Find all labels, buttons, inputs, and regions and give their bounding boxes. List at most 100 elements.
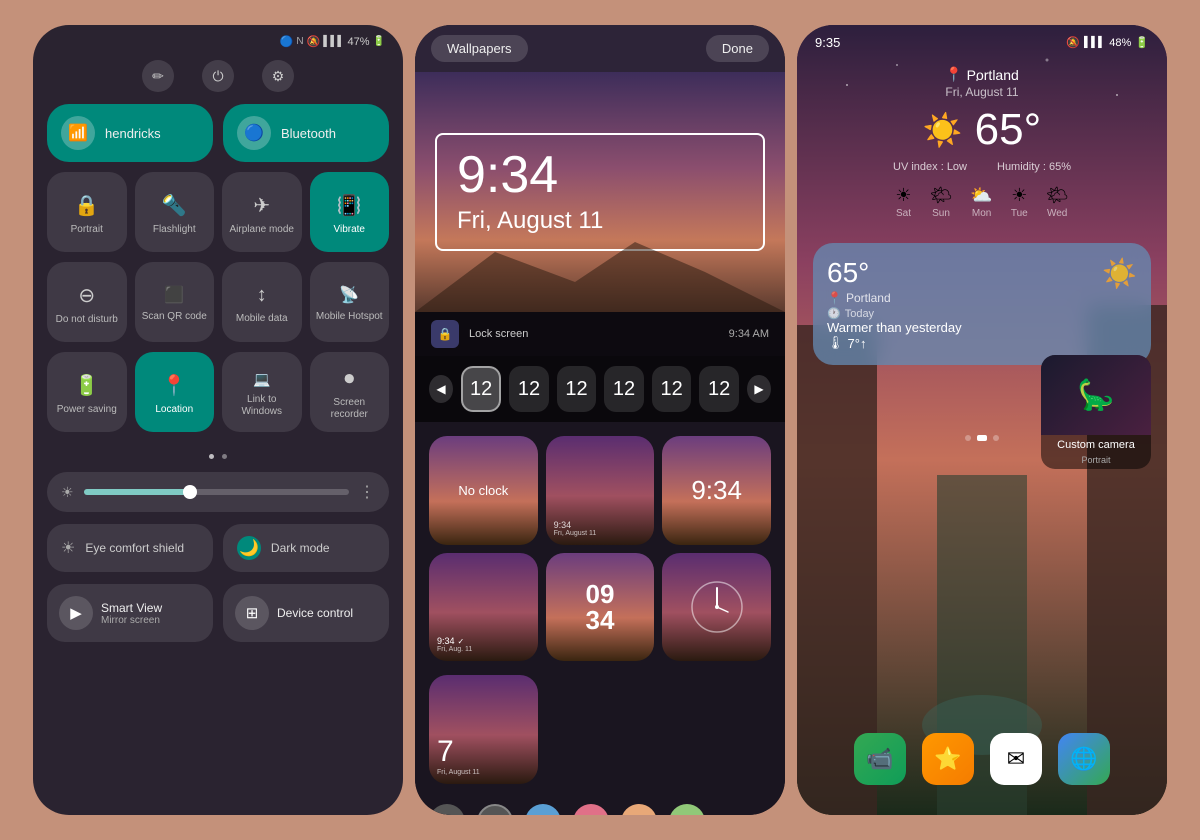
bluetooth-tile[interactable]: 🔵 Bluetooth bbox=[223, 104, 389, 162]
qr-tile[interactable]: ⬛ Scan QR code bbox=[135, 262, 215, 342]
page-indicator bbox=[797, 435, 1167, 441]
brightness-thumb[interactable] bbox=[183, 485, 197, 499]
pink-dot[interactable] bbox=[573, 804, 609, 815]
tue-icon: ☀ bbox=[1011, 185, 1027, 206]
digital-check-option[interactable]: 9:34 ✓ Fri, Aug. 11 bbox=[429, 553, 538, 662]
card-temp: 65° bbox=[827, 257, 962, 289]
time-display: 9:35 bbox=[815, 35, 840, 50]
sun-label: Sun bbox=[932, 208, 950, 219]
dot-2 bbox=[222, 454, 227, 459]
mini-card-image: 🦕 bbox=[1041, 355, 1151, 435]
noclock-option[interactable]: No clock bbox=[429, 436, 538, 545]
airplane-tile[interactable]: ✈ Airplane mode bbox=[222, 172, 302, 252]
powersaving-icon: 🔋 bbox=[74, 373, 99, 398]
dnd-tile[interactable]: ⊖ Do not disturb bbox=[47, 262, 127, 342]
preview-date: Fri, August 11 bbox=[457, 207, 743, 235]
status-bar: 9:35 🔕 ▌▌▌ 48% 🔋 bbox=[797, 25, 1167, 56]
devicecontrol-button[interactable]: ⊞ Device control bbox=[223, 584, 389, 642]
font-a-button[interactable]: A bbox=[429, 804, 465, 815]
portrait-icon: 🔒 bbox=[74, 193, 99, 218]
digital-split-option[interactable]: 09 34 bbox=[546, 553, 655, 662]
mini-card[interactable]: 🦕 Custom camera Portrait bbox=[1041, 355, 1151, 469]
flashlight-tile[interactable]: 🔦 Flashlight bbox=[135, 172, 215, 252]
blue-dot[interactable] bbox=[525, 804, 561, 815]
hotspot-icon: 📡 bbox=[339, 285, 359, 305]
digital-small-option[interactable]: 9:34 Fri, August 11 bbox=[546, 436, 655, 545]
lockscreen-label: Lock screen bbox=[469, 328, 528, 340]
phone-clock-picker: Wallpapers Done 9:34 Fri, August 11 🔒 Lo… bbox=[415, 25, 785, 815]
chrome-icon[interactable]: 🌐 bbox=[1058, 733, 1110, 785]
status-icons: 🔵 N 🔕 ▌▌▌ 47% 🔋 bbox=[280, 35, 385, 48]
digital-check-date: Fri, Aug. 11 bbox=[437, 646, 472, 653]
clock-grid-row2: 7 Fri, August 11 bbox=[415, 675, 785, 794]
digital-large-option[interactable]: 9:34 bbox=[662, 436, 771, 545]
num-item-0[interactable]: 12 bbox=[461, 366, 501, 412]
hotspot-tile[interactable]: 📡 Mobile Hotspot bbox=[310, 262, 390, 342]
darkmode-toggle[interactable]: 🌙 Dark mode bbox=[223, 524, 389, 572]
done-button[interactable]: Done bbox=[706, 35, 769, 62]
vibrate-tile[interactable]: 📳 Vibrate bbox=[310, 172, 390, 252]
top-tiles: 📶 hendricks 🔵 Bluetooth bbox=[33, 104, 403, 172]
scroll-left-button[interactable]: ◀ bbox=[429, 375, 453, 403]
brightness-bar[interactable] bbox=[84, 489, 349, 495]
qr-icon: ⬛ bbox=[164, 285, 184, 305]
weather-card: 65° 📍 Portland 🕐 Today Warmer than yeste… bbox=[813, 243, 1151, 365]
num-item-3[interactable]: 12 bbox=[604, 366, 644, 412]
brightness-icon: ☀ bbox=[61, 484, 74, 501]
num-item-2[interactable]: 12 bbox=[557, 366, 597, 412]
num-item-5[interactable]: 12 bbox=[699, 366, 739, 412]
eyecomfort-icon: ☀ bbox=[61, 538, 75, 558]
more-icon[interactable]: ⋮ bbox=[359, 482, 375, 502]
sun-icon: ☀️ bbox=[923, 111, 963, 149]
settings-button[interactable]: ⚙ bbox=[262, 60, 294, 92]
wallpapers-button[interactable]: Wallpapers bbox=[431, 35, 528, 62]
analog-option[interactable] bbox=[662, 553, 771, 662]
mute-icon: 🔕 bbox=[1066, 36, 1080, 49]
card-sun-icon: ☀️ bbox=[1102, 257, 1137, 290]
mute-icon: 🔕 bbox=[307, 35, 321, 48]
clock-preview: 9:34 Fri, August 11 bbox=[415, 72, 785, 312]
mobiledata-tile[interactable]: ↕ Mobile data bbox=[222, 262, 302, 342]
eyecomfort-toggle[interactable]: ☀ Eye comfort shield bbox=[47, 524, 213, 572]
minimal-option[interactable]: 7 Fri, August 11 bbox=[429, 675, 538, 784]
meet-icon[interactable]: 📹 bbox=[854, 733, 906, 785]
dnd-icon: ⊖ bbox=[78, 283, 95, 308]
chrome-app-icon: 🌐 bbox=[1070, 746, 1097, 772]
num-item-4[interactable]: 12 bbox=[652, 366, 692, 412]
vibrate-label: Vibrate bbox=[333, 224, 365, 236]
forecast-row: ☀ Sat 🌤 Sun ⛅ Mon ☀ Tue 🌤 Wed bbox=[817, 181, 1147, 223]
power-button[interactable]: ⏻ bbox=[202, 60, 234, 92]
favorites-icon[interactable]: ⭐ bbox=[922, 733, 974, 785]
battery-icon: 🔋 bbox=[373, 36, 385, 47]
edit-button[interactable]: ✏ bbox=[142, 60, 174, 92]
check-button[interactable]: ✓ bbox=[477, 804, 513, 815]
link-tile[interactable]: 💻 Link to Windows bbox=[222, 352, 302, 432]
battery-icon: 🔋 bbox=[1135, 36, 1149, 49]
wifi-tile[interactable]: 📶 hendricks bbox=[47, 104, 213, 162]
forecast-sun: 🌤 Sun bbox=[930, 185, 953, 219]
bottom-row: ▶ Smart View Mirror screen ⊞ Device cont… bbox=[33, 578, 403, 648]
gmail-icon[interactable]: ✉ bbox=[990, 733, 1042, 785]
bluetooth-icon: 🔵 bbox=[280, 35, 294, 48]
card-period: 🕐 Today bbox=[827, 307, 962, 320]
dot-1 bbox=[965, 435, 971, 441]
location-tile[interactable]: 📍 Location bbox=[135, 352, 215, 432]
smartview-button[interactable]: ▶ Smart View Mirror screen bbox=[47, 584, 213, 642]
grid-row-2: ⊖ Do not disturb ⬛ Scan QR code ↕ Mobile… bbox=[33, 262, 403, 352]
digital-small-date-label: Fri, August 11 bbox=[554, 530, 597, 537]
temperature: 65° bbox=[975, 105, 1042, 155]
green-dot[interactable] bbox=[669, 804, 705, 815]
scroll-right-button[interactable]: ▶ bbox=[747, 375, 771, 403]
temp-row: ☀️ 65° bbox=[817, 105, 1147, 155]
devicecontrol-text: Device control bbox=[277, 606, 353, 620]
lockscreen-time: 9:34 AM bbox=[729, 328, 769, 340]
num-item-1[interactable]: 12 bbox=[509, 366, 549, 412]
link-icon: 💻 bbox=[253, 371, 270, 388]
powersaving-tile[interactable]: 🔋 Power saving bbox=[47, 352, 127, 432]
flashlight-label: Flashlight bbox=[153, 224, 196, 236]
screenrecorder-tile[interactable]: ⏺ Screen recorder bbox=[310, 352, 390, 432]
portrait-tile[interactable]: 🔒 Portrait bbox=[47, 172, 127, 252]
peach-dot[interactable] bbox=[621, 804, 657, 815]
weather-date: Fri, August 11 bbox=[817, 85, 1147, 99]
forecast-sat: ☀ Sat bbox=[895, 185, 911, 219]
